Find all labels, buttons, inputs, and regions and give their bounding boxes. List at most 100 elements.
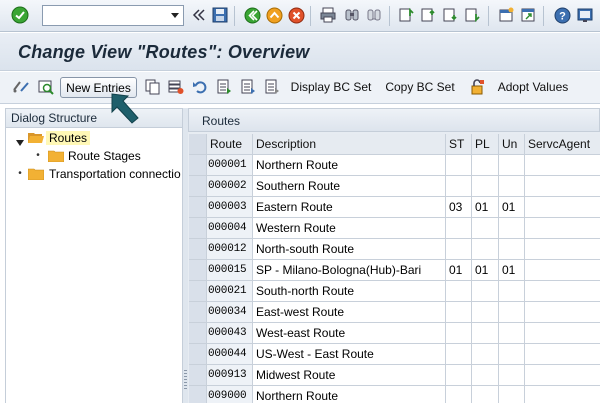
st-cell[interactable] — [446, 239, 472, 260]
description-cell[interactable]: East-west Route — [253, 302, 446, 323]
delete-icon[interactable] — [166, 77, 186, 97]
description-cell[interactable]: SP - Milano-Bologna(Hub)-Bari — [253, 260, 446, 281]
route-cell[interactable]: 000002 — [207, 176, 253, 197]
st-cell[interactable] — [446, 365, 472, 386]
servcagent-cell[interactable] — [525, 218, 600, 239]
route-cell[interactable]: 000913 — [207, 365, 253, 386]
route-cell[interactable]: 000015 — [207, 260, 253, 281]
route-cell[interactable]: 009000 — [207, 386, 253, 403]
row-selector[interactable] — [189, 302, 207, 323]
un-cell[interactable]: 01 — [499, 260, 525, 281]
un-cell[interactable] — [499, 386, 525, 403]
servcagent-cell[interactable] — [525, 176, 600, 197]
description-cell[interactable]: Northern Route — [253, 155, 446, 176]
un-cell[interactable] — [499, 281, 525, 302]
route-cell[interactable]: 000043 — [207, 323, 253, 344]
un-cell[interactable] — [499, 155, 525, 176]
description-cell[interactable]: US-West - East Route — [253, 344, 446, 365]
pl-cell[interactable] — [472, 281, 499, 302]
prev-page-icon[interactable] — [419, 6, 437, 24]
row-selector[interactable] — [189, 239, 207, 260]
st-cell[interactable] — [446, 176, 472, 197]
undo-change-icon[interactable] — [190, 77, 210, 97]
st-cell[interactable] — [446, 218, 472, 239]
route-cell[interactable]: 000012 — [207, 239, 253, 260]
row-selector[interactable] — [189, 365, 207, 386]
description-cell[interactable]: South-north Route — [253, 281, 446, 302]
copy-bc-set-button[interactable]: Copy BC Set — [385, 77, 454, 97]
route-cell[interactable]: 000004 — [207, 218, 253, 239]
tree-item-transportation-connections[interactable]: • Transportation connectio — [6, 165, 182, 183]
column-header-st[interactable]: ST — [446, 134, 472, 155]
servcagent-cell[interactable] — [525, 302, 600, 323]
command-field[interactable] — [42, 5, 184, 26]
save-icon[interactable] — [211, 6, 229, 24]
last-page-icon[interactable] — [463, 6, 481, 24]
display-change-icon[interactable] — [11, 77, 31, 97]
variant-icon[interactable] — [262, 77, 282, 97]
st-cell[interactable] — [446, 323, 472, 344]
adopt-values-button[interactable]: Adopt Values — [496, 77, 570, 97]
tree-item-route-stages[interactable]: • Route Stages — [6, 147, 182, 165]
servcagent-cell[interactable] — [525, 239, 600, 260]
pl-cell[interactable]: 01 — [472, 260, 499, 281]
new-entries-button[interactable]: New Entries — [60, 77, 137, 98]
pl-cell[interactable]: 01 — [472, 197, 499, 218]
route-cell[interactable]: 000021 — [207, 281, 253, 302]
copy-as-icon[interactable] — [143, 77, 163, 97]
description-cell[interactable]: Eastern Route — [253, 197, 446, 218]
un-cell[interactable]: 01 — [499, 197, 525, 218]
column-header-pl[interactable]: PL — [472, 134, 499, 155]
shortcut-icon[interactable] — [519, 6, 537, 24]
pl-cell[interactable] — [472, 239, 499, 260]
find-icon[interactable] — [343, 6, 361, 24]
description-cell[interactable]: Southern Route — [253, 176, 446, 197]
servcagent-cell[interactable] — [525, 197, 600, 218]
st-cell[interactable] — [446, 281, 472, 302]
select-block-icon[interactable] — [214, 77, 234, 97]
adopt-values-icon[interactable] — [467, 77, 487, 97]
cancel-icon[interactable] — [287, 6, 305, 24]
first-page-icon[interactable] — [397, 6, 415, 24]
select-all-cell[interactable] — [189, 134, 207, 155]
chevron-down-icon[interactable] — [167, 6, 183, 25]
un-cell[interactable] — [499, 239, 525, 260]
help-icon[interactable]: ? — [553, 6, 571, 24]
route-cell[interactable]: 000003 — [207, 197, 253, 218]
servcagent-cell[interactable] — [525, 344, 600, 365]
column-header-description[interactable]: Description — [253, 134, 446, 155]
row-selector[interactable] — [189, 176, 207, 197]
pl-cell[interactable] — [472, 302, 499, 323]
servcagent-cell[interactable] — [525, 365, 600, 386]
servcagent-cell[interactable] — [525, 155, 600, 176]
new-session-icon[interactable] — [497, 6, 515, 24]
row-selector[interactable] — [189, 260, 207, 281]
un-cell[interactable] — [499, 323, 525, 344]
splitter-grip[interactable] — [184, 370, 187, 390]
exit-icon[interactable] — [265, 6, 283, 24]
un-cell[interactable] — [499, 365, 525, 386]
st-cell[interactable] — [446, 302, 472, 323]
print-icon[interactable] — [319, 6, 337, 24]
route-cell[interactable]: 000001 — [207, 155, 253, 176]
st-cell[interactable] — [446, 386, 472, 403]
st-cell[interactable]: 01 — [446, 260, 472, 281]
servcagent-cell[interactable] — [525, 386, 600, 403]
description-cell[interactable]: Northern Route — [253, 386, 446, 403]
servcagent-cell[interactable] — [525, 281, 600, 302]
tree-item-routes[interactable]: Routes — [6, 129, 182, 147]
row-selector[interactable] — [189, 386, 207, 403]
row-selector[interactable] — [189, 344, 207, 365]
collapse-toolbar-icon[interactable] — [190, 6, 208, 24]
servcagent-cell[interactable] — [525, 260, 600, 281]
pl-cell[interactable] — [472, 218, 499, 239]
route-cell[interactable]: 000044 — [207, 344, 253, 365]
column-header-servcagent[interactable]: ServcAgent — [525, 134, 600, 155]
row-selector[interactable] — [189, 323, 207, 344]
un-cell[interactable] — [499, 176, 525, 197]
back-icon[interactable] — [243, 6, 261, 24]
st-cell[interactable]: 03 — [446, 197, 472, 218]
description-cell[interactable]: North-south Route — [253, 239, 446, 260]
st-cell[interactable] — [446, 155, 472, 176]
find-next-icon[interactable] — [365, 6, 383, 24]
